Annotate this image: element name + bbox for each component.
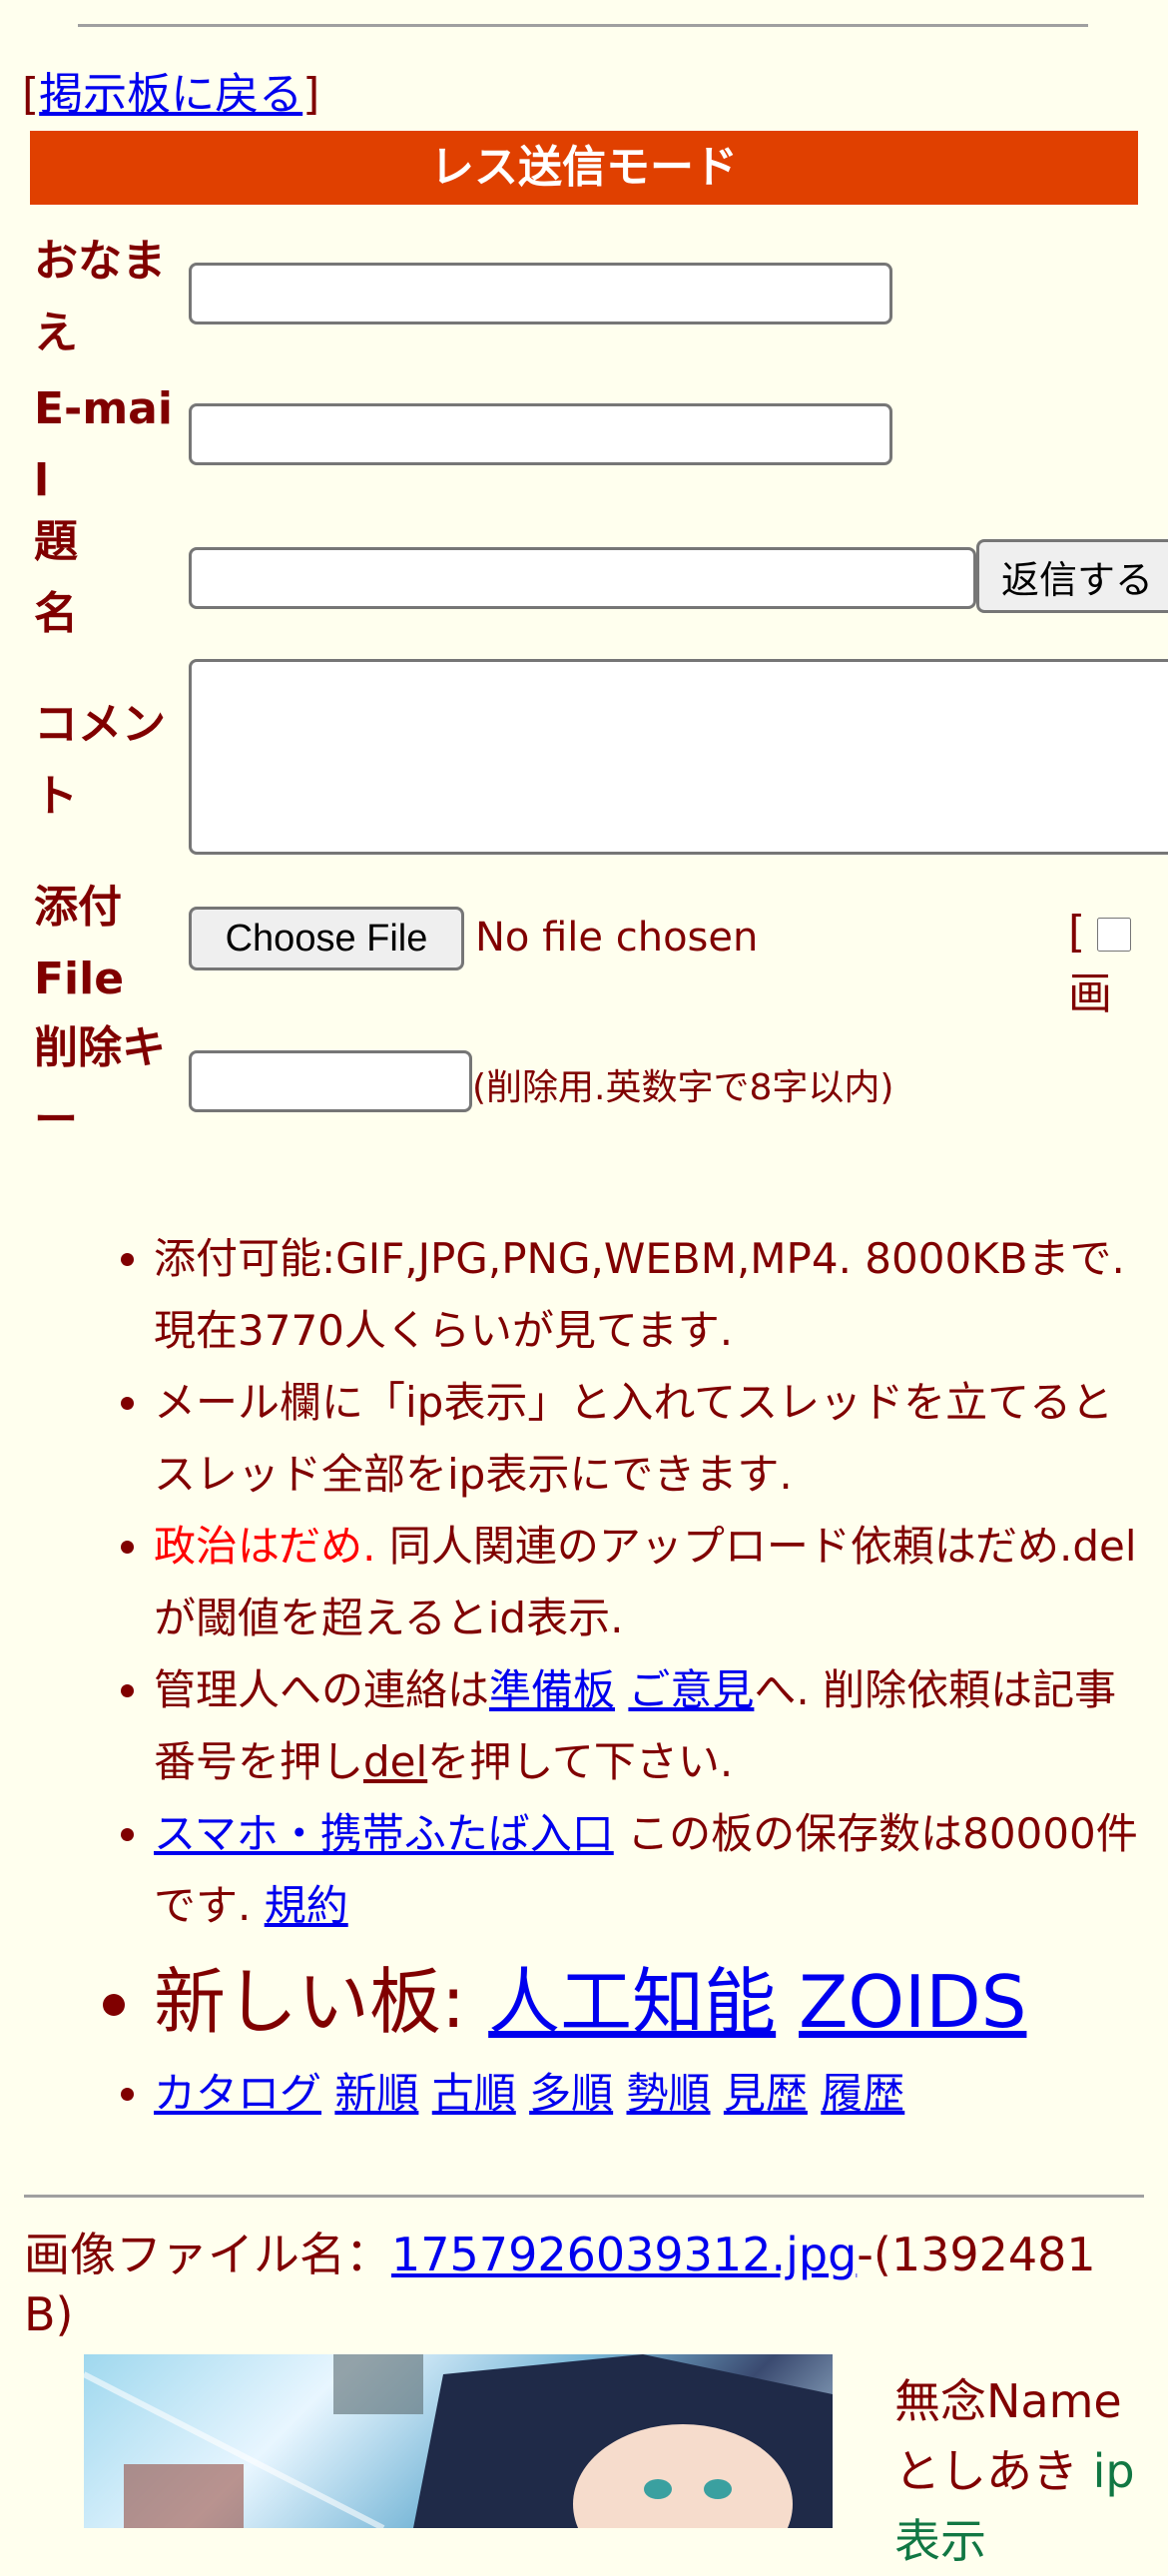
comment-label: コメント xyxy=(34,699,166,822)
email-input[interactable] xyxy=(189,403,892,465)
info-contact: 管理人への連絡は準備板 ご意見へ. 削除依頼は記事番号を押しdelを押して下さい… xyxy=(154,1654,1148,1798)
thread-divider xyxy=(24,2195,1144,2198)
image-file-link[interactable]: 1757926039312.jpg xyxy=(391,2228,857,2281)
image-option-wrapper: [画 xyxy=(1068,907,1168,1021)
delete-key-label: 削除キー xyxy=(34,1022,166,1145)
open-bracket: [ xyxy=(22,69,40,120)
terms-link[interactable]: 規約 xyxy=(265,1881,348,1930)
image-only-checkbox[interactable] xyxy=(1097,918,1132,952)
post-meta: 無念Name としあき ip 表示 xyxy=(894,2366,1135,2576)
poster-handle: としあき xyxy=(894,2444,1078,2498)
poster-sub: としあき ip xyxy=(894,2436,1135,2506)
contact-text-post: を押して下さい. xyxy=(427,1737,734,1786)
no-file-status: No file chosen xyxy=(475,915,759,961)
back-to-board-link[interactable]: 掲示板に戻る xyxy=(39,69,302,120)
email-label: E-mail xyxy=(34,383,173,506)
image-option-bracket: [ xyxy=(1068,907,1086,958)
info-upload-limits: 添付可能:GIF,JPG,PNG,WEBM,MP4. 8000KBまで. 現在3… xyxy=(154,1223,1148,1367)
info-ip-display: メール欄に「ip表示」と入れてスレッドを立てるとスレッド全部をip表示にできます… xyxy=(154,1367,1148,1511)
poster-name: 無念Name xyxy=(894,2374,1122,2428)
info-rules: 政治はだめ. 同人関連のアップロード依頼はだめ.delが閾値を超えるとid表示. xyxy=(154,1511,1148,1654)
name-input[interactable] xyxy=(189,263,892,324)
delete-key-input[interactable] xyxy=(189,1050,472,1112)
del-link[interactable]: del xyxy=(363,1737,427,1786)
new-boards-label: 新しい板: xyxy=(154,1960,489,2044)
zoids-board-link[interactable]: ZOIDS xyxy=(799,1960,1026,2044)
info-sort-links: カタログ 新順 古順 多順 勢順 見歴 履歴 xyxy=(154,2058,1148,2130)
top-divider xyxy=(78,24,1088,27)
name-label: おなまえ xyxy=(34,236,166,358)
feedback-link[interactable]: ご意見 xyxy=(628,1665,754,1714)
poster-ip: ip xyxy=(1092,2444,1135,2498)
ai-board-link[interactable]: 人工知能 xyxy=(488,1960,776,2044)
subject-label: 題名 xyxy=(34,516,78,639)
image-file-info: 画像ファイル名：1757926039312.jpg-(1392481 B) xyxy=(24,2225,1152,2344)
delete-key-note: (削除用.英数字で8字以内) xyxy=(472,1067,894,1108)
mobile-entrance-link[interactable]: スマホ・携帯ふたば入口 xyxy=(154,1809,614,1858)
contact-text: 管理人への連絡は xyxy=(154,1665,490,1714)
submit-reply-button[interactable]: 返信する xyxy=(976,539,1168,613)
thumbnail-illustration xyxy=(84,2354,833,2528)
file-label: 添付File xyxy=(34,882,125,1004)
thread-thumbnail-image[interactable] xyxy=(84,2354,833,2528)
comment-textarea[interactable] xyxy=(189,659,1168,855)
sort-old-link[interactable]: 古順 xyxy=(432,2069,516,2118)
info-mobile: スマホ・携帯ふたば入口 この板の保存数は80000件です. 規約 xyxy=(154,1798,1148,1942)
view-history-link[interactable]: 見歴 xyxy=(724,2069,808,2118)
close-bracket: ] xyxy=(302,69,320,120)
sort-new-link[interactable]: 新順 xyxy=(334,2069,418,2118)
subject-input[interactable] xyxy=(189,547,976,609)
reply-mode-header: レス送信モード xyxy=(30,131,1138,205)
image-option-label: 画 xyxy=(1068,968,1112,1019)
back-link-wrapper: [掲示板に戻る] xyxy=(22,58,319,122)
board-info-list: 添付可能:GIF,JPG,PNG,WEBM,MP4. 8000KBまで. 現在3… xyxy=(0,1223,1148,2130)
sort-many-link[interactable]: 多順 xyxy=(529,2069,613,2118)
poster-ip-cont: 表示 xyxy=(894,2514,986,2568)
file-name-label: 画像ファイル名： xyxy=(24,2228,391,2281)
info-new-boards: 新しい板: 人工知能 ZOIDS xyxy=(154,1946,1148,2058)
sort-momentum-link[interactable]: 勢順 xyxy=(627,2069,711,2118)
post-history-link[interactable]: 履歴 xyxy=(821,2069,904,2118)
prep-board-link[interactable]: 準備板 xyxy=(489,1665,615,1714)
catalog-link[interactable]: カタログ xyxy=(154,2069,321,2118)
choose-file-button[interactable]: Choose File xyxy=(189,907,464,970)
no-politics-warning: 政治はだめ. xyxy=(154,1522,376,1571)
